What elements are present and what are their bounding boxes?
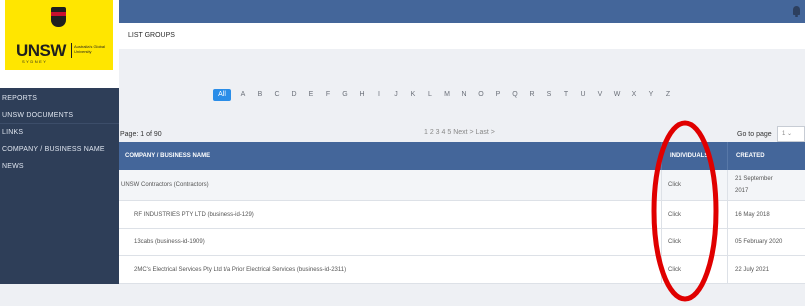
alpha-z[interactable]: Z — [664, 89, 672, 101]
created-date: 05 February 2020 — [735, 239, 783, 245]
alpha-o[interactable]: O — [477, 89, 485, 101]
alpha-r[interactable]: R — [528, 89, 536, 101]
alpha-v[interactable]: V — [596, 89, 604, 101]
pager-links[interactable]: 1 2 3 4 5 Next > Last > — [424, 129, 495, 136]
alpha-g[interactable]: G — [341, 89, 349, 101]
alpha-j[interactable]: J — [392, 89, 400, 101]
company-name: 2MC's Electrical Services Pty Ltd t/a Pr… — [134, 267, 347, 273]
alpha-w[interactable]: W — [613, 89, 621, 101]
alpha-i[interactable]: I — [375, 89, 383, 101]
created-date: 22 July 2021 — [735, 267, 770, 273]
page-header: LIST GROUPS — [119, 23, 805, 49]
table-row: 2MC's Electrical Services Pty Ltd t/a Pr… — [119, 256, 805, 284]
logo-sub: SYDNEY — [22, 59, 48, 64]
alpha-d[interactable]: D — [290, 89, 298, 101]
company-name: 13cabs (business-id-1909) — [134, 239, 205, 245]
alpha-m[interactable]: M — [443, 89, 451, 101]
table-row: UNSW Contractors (Contractors) Click 21 … — [119, 170, 805, 201]
table-header: COMPANY / BUSINESS NAME INDIVIDUALS CREA… — [119, 142, 805, 170]
page-info: Page: 1 of 90 — [120, 131, 162, 138]
page-footer — [0, 284, 805, 306]
table-row: 13cabs (business-id-1909) Click 05 Febru… — [119, 229, 805, 256]
page-title: LIST GROUPS — [128, 32, 175, 39]
alpha-u[interactable]: U — [579, 89, 587, 101]
sidebar-item-unsw-documents[interactable]: UNSW DOCUMENTS — [0, 107, 119, 124]
created-date: 16 May 2018 — [735, 212, 770, 218]
individuals-link[interactable]: Click — [668, 239, 681, 245]
alpha-p[interactable]: P — [494, 89, 502, 101]
individuals-link[interactable]: Click — [668, 182, 681, 188]
logo-tagline: Australia's Global University — [74, 44, 105, 54]
alpha-x[interactable]: X — [630, 89, 638, 101]
sidebar-item-company-business-name[interactable]: COMPANY / BUSINESS NAME — [0, 141, 119, 158]
sidebar-nav: REPORTS UNSW DOCUMENTS LINKS COMPANY / B… — [0, 88, 119, 284]
chevron-down-icon: ⌄ — [787, 131, 793, 137]
crest-icon — [51, 7, 66, 27]
col-header-company[interactable]: COMPANY / BUSINESS NAME — [125, 142, 210, 170]
alpha-c[interactable]: C — [273, 89, 281, 101]
alpha-l[interactable]: L — [426, 89, 434, 101]
alpha-e[interactable]: E — [307, 89, 315, 101]
alpha-a[interactable]: A — [239, 89, 247, 101]
created-date: 21 September — [735, 176, 773, 182]
individuals-link[interactable]: Click — [668, 212, 681, 218]
alpha-s[interactable]: S — [545, 89, 553, 101]
alpha-q[interactable]: Q — [511, 89, 519, 101]
individuals-link[interactable]: Click — [668, 267, 681, 273]
alpha-all[interactable]: All — [213, 89, 231, 101]
sidebar-item-reports[interactable]: REPORTS — [0, 90, 119, 107]
col-header-created[interactable]: CREATED — [736, 142, 765, 170]
created-date-year: 2017 — [735, 188, 749, 194]
business-table: COMPANY / BUSINESS NAME INDIVIDUALS CREA… — [119, 142, 805, 284]
sidebar: UNSW SYDNEY Australia's Global Universit… — [0, 0, 119, 306]
sidebar-item-links[interactable]: LINKS — [0, 124, 119, 141]
goto-page-label: Go to page — [737, 131, 772, 138]
alpha-t[interactable]: T — [562, 89, 570, 101]
alpha-k[interactable]: K — [409, 89, 417, 101]
logo-wordmark: UNSW — [16, 41, 66, 60]
col-header-individuals[interactable]: INDIVIDUALS — [670, 142, 708, 170]
unsw-logo[interactable]: UNSW SYDNEY Australia's Global Universit… — [5, 0, 113, 70]
company-name: UNSW Contractors (Contractors) — [121, 182, 209, 188]
sidebar-logo-area: UNSW SYDNEY Australia's Global Universit… — [0, 0, 119, 88]
alpha-b[interactable]: B — [256, 89, 264, 101]
goto-page-value: 1 — [782, 131, 786, 137]
sidebar-item-news[interactable]: NEWS — [0, 158, 119, 175]
company-name: RF INDUSTRIES PTY LTD (business-id-129) — [134, 212, 254, 218]
top-bar — [119, 0, 805, 23]
table-row: RF INDUSTRIES PTY LTD (business-id-129) … — [119, 201, 805, 229]
alpha-h[interactable]: H — [358, 89, 366, 101]
alpha-n[interactable]: N — [460, 89, 468, 101]
goto-page-select[interactable]: 1 ⌄ — [777, 126, 805, 142]
alpha-y[interactable]: Y — [647, 89, 655, 101]
bell-icon[interactable] — [793, 6, 800, 15]
alpha-f[interactable]: F — [324, 89, 332, 101]
